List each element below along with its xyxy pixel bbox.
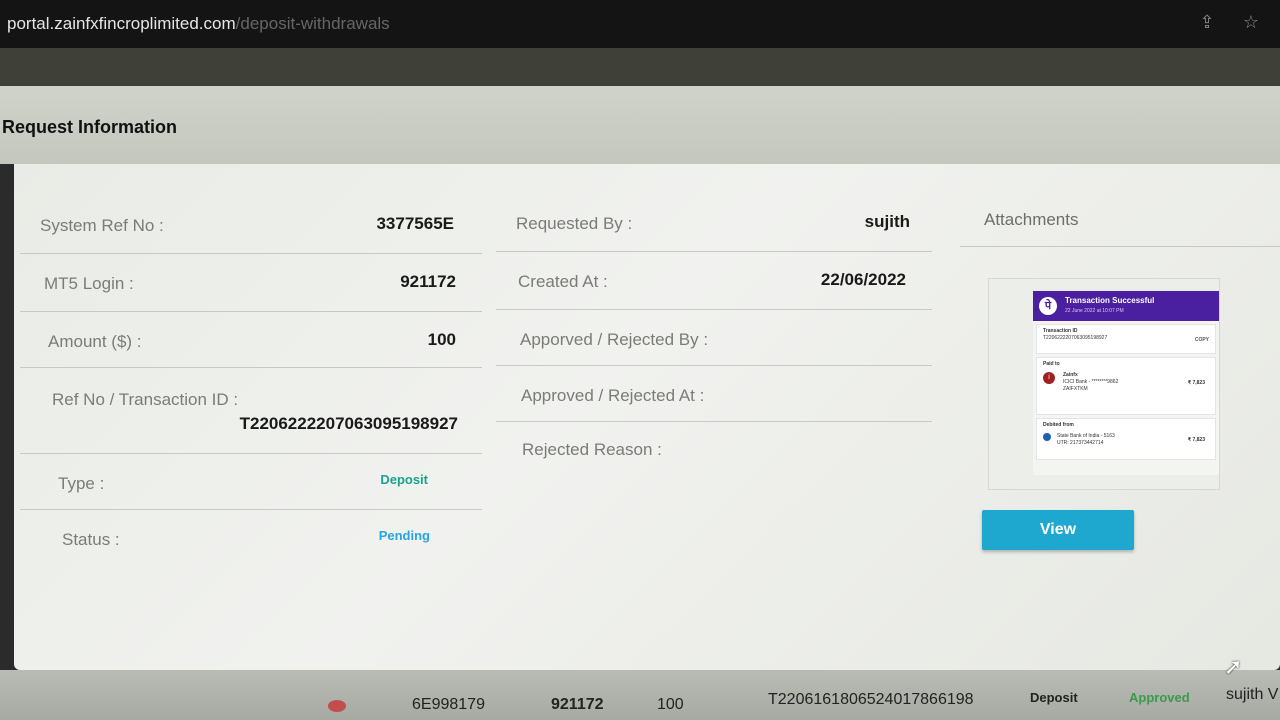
created-at-label: Created At : <box>518 272 608 291</box>
row-status-badge: Approved <box>1129 690 1190 705</box>
url-host: portal.zainfxfincroplimited.com <box>7 14 236 33</box>
approved-at-label: Approved / Rejected At : <box>521 386 705 405</box>
receipt-txn-section: Transaction ID T2206222207063095198927 C… <box>1036 324 1216 354</box>
created-at-value: 22/06/2022 <box>820 270 906 289</box>
sbi-logo-icon <box>1043 433 1051 441</box>
table-row[interactable]: 6E998179 921172 100 T2206161806524017866… <box>0 670 1280 720</box>
mt5-login-value: 921172 <box>400 272 456 291</box>
panel-header: Request Information <box>0 86 1280 164</box>
field-mt5-login: MT5 Login : 921172 <box>20 254 482 312</box>
row-ref: 6E998179 <box>412 696 485 713</box>
field-rejected-reason: Rejected Reason : <box>496 422 932 478</box>
receipt-txn-value: T2206222207063095198927 <box>1043 335 1108 341</box>
star-icon[interactable]: ☆ <box>1240 12 1262 34</box>
view-attachment-button[interactable]: View <box>982 510 1134 550</box>
approved-by-label: Apporved / Rejected By : <box>520 330 709 349</box>
system-ref-value: 3377565E <box>376 214 454 233</box>
attachments-divider <box>960 246 1280 247</box>
browser-bar: portal.zainfxfincroplimited.com/deposit-… <box>0 0 1280 48</box>
row-txn: T2206161806524017866198 <box>768 691 974 708</box>
receipt-paid-to-label: Paid to <box>1043 361 1060 367</box>
receipt-copy: COPY <box>1194 337 1209 343</box>
field-created-at: Created At : 22/06/2022 <box>496 252 932 310</box>
field-amount: Amount ($) : 100 <box>20 312 482 368</box>
request-info-card: System Ref No : 3377565E MT5 Login : 921… <box>14 164 1280 670</box>
receipt-paid-to-extra: ZAIFXTKM <box>1063 386 1088 392</box>
field-requested-by: Requested By : sujith <box>496 196 932 252</box>
mouse-cursor-icon: ➚ <box>1224 655 1243 680</box>
rejected-reason-label: Rejected Reason : <box>522 440 662 459</box>
bank-logo-icon: i <box>1043 372 1055 384</box>
requested-by-value: sujith <box>864 212 910 231</box>
receipt-title: Transaction Successful <box>1065 296 1155 305</box>
amount-label: Amount ($) : <box>48 332 142 351</box>
system-ref-label: System Ref No : <box>40 216 164 235</box>
status-badge: Pending <box>378 528 430 543</box>
amount-value: 100 <box>427 330 456 349</box>
top-strip <box>0 48 1280 86</box>
eye-icon[interactable] <box>328 700 346 712</box>
field-type: Type : Deposit <box>20 454 482 510</box>
attachment-thumbnail[interactable]: पे Transaction Successful 22 June 2022 a… <box>988 278 1220 490</box>
field-ref-no: Ref No / Transaction ID : T2206222207063… <box>20 368 482 454</box>
row-login: 921172 <box>551 696 604 713</box>
mt5-login-label: MT5 Login : <box>44 274 134 293</box>
panel-title: Request Information <box>2 117 178 137</box>
type-badge: Deposit <box>380 472 428 487</box>
receipt-txn-label: Transaction ID <box>1043 328 1078 334</box>
receipt-debited-label: Debited from <box>1043 422 1074 428</box>
row-amount: 100 <box>657 696 684 713</box>
url-path: /deposit-withdrawals <box>235 14 390 33</box>
receipt-paid-to-name: Zainfx <box>1063 372 1078 378</box>
phonepe-logo-icon: पे <box>1039 297 1057 315</box>
ref-no-value: T2206222207063095198927 <box>239 414 458 433</box>
status-label: Status : <box>62 530 120 549</box>
share-icon[interactable]: ⇪ <box>1196 12 1218 34</box>
receipt-image: पे Transaction Successful 22 June 2022 a… <box>1033 291 1219 475</box>
attachments-title: Attachments <box>984 210 1079 229</box>
receipt-debited-section: Debited from State Bank of India - 5163 … <box>1036 418 1216 460</box>
field-approved-by: Apporved / Rejected By : <box>496 310 932 366</box>
field-system-ref: System Ref No : 3377565E <box>20 196 482 254</box>
receipt-paid-to-section: Paid to i Zainfx ICICI Bank - ********98… <box>1036 357 1216 415</box>
requested-by-label: Requested By : <box>516 214 633 233</box>
type-label: Type : <box>58 474 105 493</box>
field-status: Status : Pending <box>20 510 482 566</box>
row-user: sujith V <box>1226 686 1279 703</box>
row-type-badge: Deposit <box>1030 690 1078 705</box>
receipt-date: 22 June 2022 at 10:07 PM <box>1065 308 1124 314</box>
receipt-debited-amount: ₹ 7,823 <box>1187 437 1205 443</box>
address-bar[interactable]: portal.zainfxfincroplimited.com/deposit-… <box>7 14 390 34</box>
field-approved-at: Approved / Rejected At : <box>496 366 932 422</box>
receipt-paid-amount: ₹ 7,823 <box>1187 380 1205 386</box>
ref-no-label: Ref No / Transaction ID : <box>52 390 239 409</box>
